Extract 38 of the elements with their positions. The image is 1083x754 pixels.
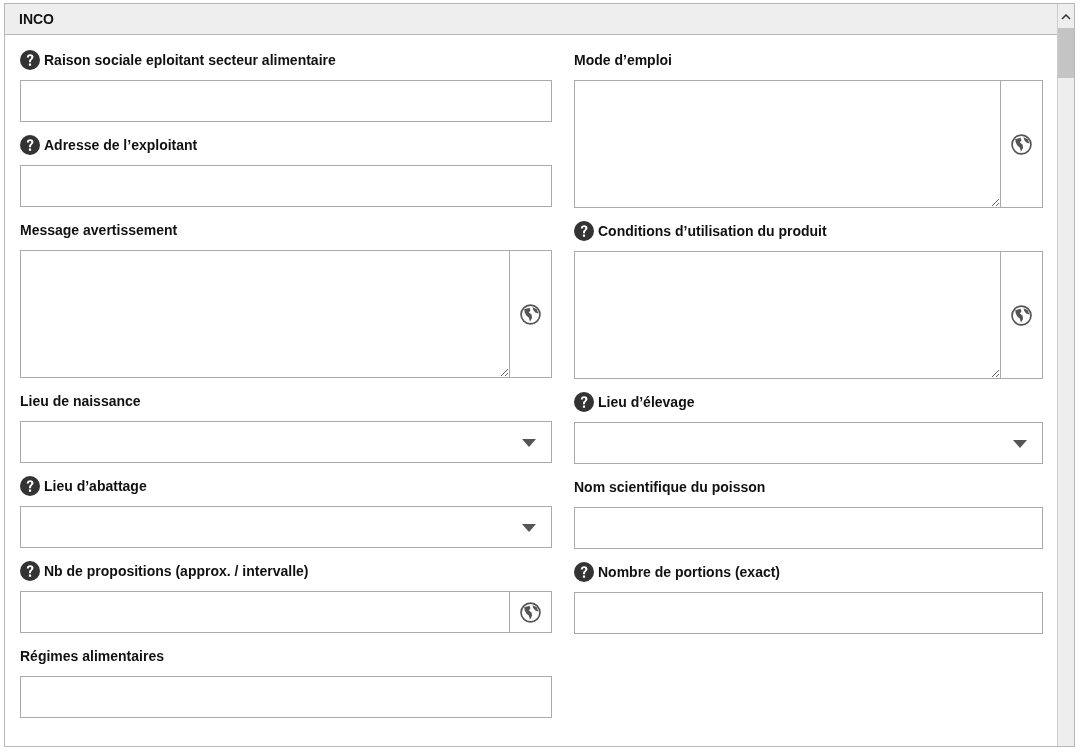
field-label: Nombre de portions (exact)	[598, 564, 781, 580]
globe-icon	[520, 303, 541, 325]
text-field[interactable]	[20, 676, 552, 718]
help-icon[interactable]	[574, 562, 594, 582]
text-field[interactable]	[20, 165, 552, 207]
dropdown[interactable]	[574, 422, 1043, 464]
field-label: Raison sociale eploitant secteur alimentaire	[44, 52, 336, 68]
panel-title: INCO	[19, 11, 54, 27]
text-field[interactable]	[574, 592, 1043, 634]
field-label: Lieu d’abattage	[44, 478, 147, 494]
dropdown[interactable]	[20, 506, 552, 548]
text-field[interactable]	[574, 507, 1043, 549]
field-label: Conditions d’utilisation du produit	[598, 223, 827, 239]
globe-icon	[1011, 133, 1032, 155]
field-label: Mode d’emploi	[574, 52, 672, 68]
field-label: Lieu de naissance	[20, 393, 141, 409]
globe-icon	[1011, 304, 1032, 326]
help-icon[interactable]	[20, 135, 40, 155]
field-label: Nom scientifique du poisson	[574, 479, 766, 495]
help-icon[interactable]	[20, 561, 40, 581]
help-icon[interactable]	[20, 50, 40, 70]
help-icon[interactable]	[20, 476, 40, 496]
caret-icon	[522, 524, 536, 532]
caret-icon	[522, 439, 536, 447]
dropdown[interactable]	[20, 421, 552, 463]
field-label: Message avertissement	[20, 222, 178, 238]
field-label: Adresse de l’exploitant	[44, 137, 198, 153]
text-field[interactable]	[20, 80, 552, 122]
scroll-up-icon[interactable]	[1061, 14, 1071, 20]
scrollbar[interactable]	[1057, 4, 1074, 746]
field-label: Régimes alimentaires	[20, 648, 164, 664]
scroll-thumb[interactable]	[1058, 28, 1074, 78]
help-icon[interactable]	[574, 392, 594, 412]
caret-icon	[1013, 440, 1027, 448]
field-label: Nb de propositions (approx. / intervalle)	[44, 563, 309, 579]
help-icon[interactable]	[574, 221, 594, 241]
field-label: Lieu d’élevage	[598, 394, 695, 410]
globe-icon	[520, 601, 541, 623]
